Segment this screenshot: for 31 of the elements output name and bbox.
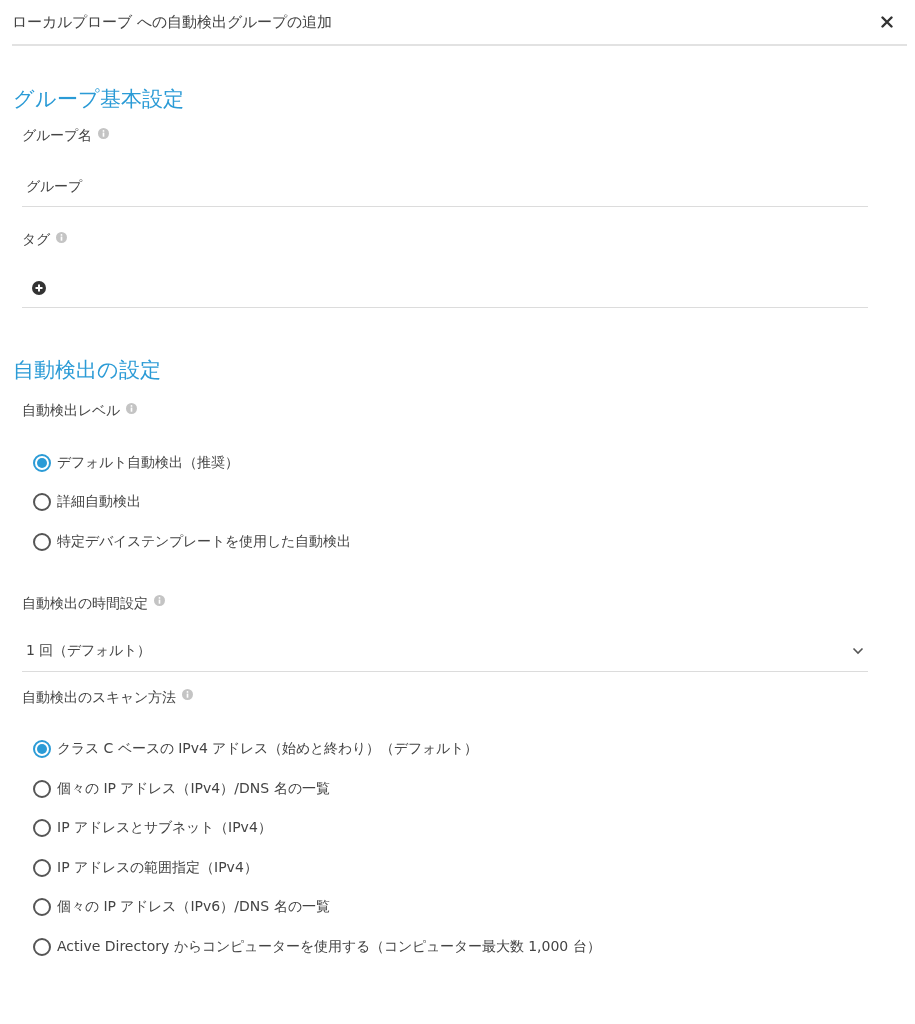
radio-button[interactable] bbox=[33, 532, 51, 551]
radio-button[interactable] bbox=[33, 937, 51, 956]
radio-button[interactable] bbox=[33, 740, 51, 759]
input-field[interactable]: グループ bbox=[22, 167, 868, 207]
close-icon[interactable] bbox=[881, 16, 893, 28]
chevron-down-icon[interactable] bbox=[852, 647, 864, 655]
dialog-title: ローカルプローブ への自動検出グループの追加 bbox=[12, 12, 332, 32]
radio-label[interactable]: 個々の IP アドレス（IPv4）/DNS 名の一覧 bbox=[57, 779, 330, 798]
field-label: 自動検出の時間設定 bbox=[22, 594, 148, 613]
radio-button[interactable] bbox=[33, 493, 51, 512]
dropdown[interactable]: 1 回（デフォルト） bbox=[22, 631, 868, 672]
radio-label[interactable]: デフォルト自動検出（推奨） bbox=[57, 453, 239, 472]
field-label: 自動検出レベル bbox=[22, 402, 120, 420]
radio-button[interactable] bbox=[33, 898, 51, 917]
radio-button[interactable] bbox=[33, 779, 51, 798]
add-icon[interactable] bbox=[32, 280, 46, 295]
field-label: タグ bbox=[22, 231, 50, 249]
radio-button[interactable] bbox=[33, 453, 51, 472]
radio-label[interactable]: 個々の IP アドレス（IPv6）/DNS 名の一覧 bbox=[57, 898, 330, 917]
field-label: 自動検出のスキャン方法 bbox=[22, 688, 176, 707]
radio-label[interactable]: 詳細自動検出 bbox=[57, 493, 141, 512]
radio-button[interactable] bbox=[33, 819, 51, 838]
radio-label[interactable]: 特定デバイステンプレートを使用した自動検出 bbox=[57, 532, 351, 551]
radio-label[interactable]: IP アドレスとサブネット（IPv4） bbox=[57, 819, 272, 838]
section-heading: 自動検出の設定 bbox=[12, 357, 162, 384]
radio-label[interactable]: クラス C ベースの IPv4 アドレス（始めと終わり）（デフォルト） bbox=[57, 740, 479, 759]
radio-button[interactable] bbox=[33, 858, 51, 877]
radio-label[interactable]: Active Directory からコンピューターを使用する（コンピューター最大数 1,000 台） bbox=[57, 937, 601, 956]
radio-label[interactable]: IP アドレスの範囲指定（IPv4） bbox=[57, 858, 258, 877]
section-heading: グループ基本設定 bbox=[12, 86, 185, 113]
field-label: グループ名 bbox=[22, 127, 92, 145]
